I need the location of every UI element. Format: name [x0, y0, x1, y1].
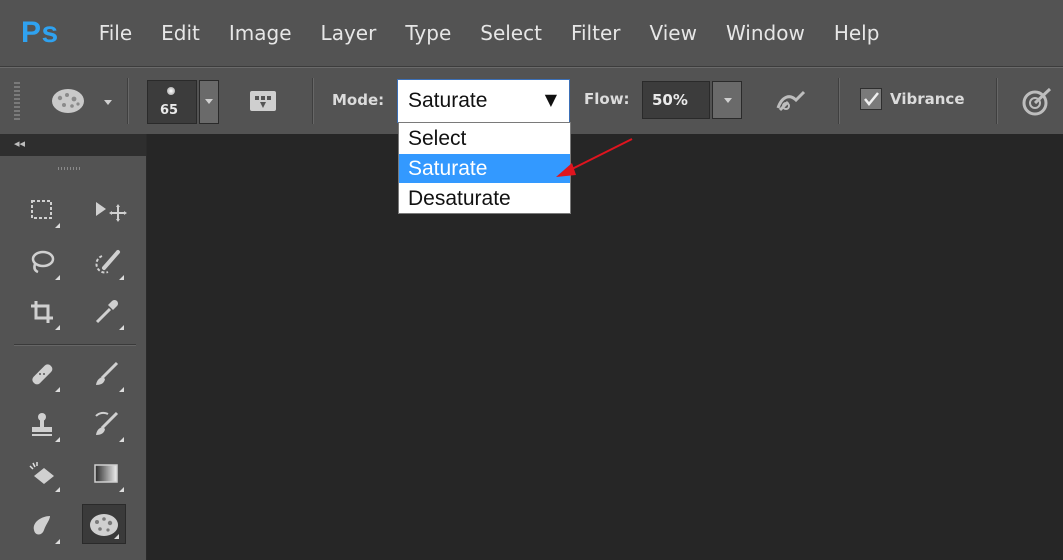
submenu-indicator-icon: [55, 325, 60, 330]
blur-drop-icon: [33, 516, 50, 535]
lasso-tool[interactable]: [22, 244, 66, 284]
submenu-indicator-icon: [119, 275, 124, 280]
mode-option-select[interactable]: Select: [399, 124, 570, 153]
brush-size-value: 65: [160, 103, 179, 118]
chevron-down-icon: ▼: [544, 90, 557, 109]
tools-panel: ◂◂: [0, 134, 147, 560]
brush-icon: [96, 361, 119, 385]
annotation-arrow-icon: [556, 138, 633, 177]
crop-tool[interactable]: [22, 294, 66, 334]
submenu-indicator-icon: [55, 387, 60, 392]
mode-option-saturate[interactable]: Saturate: [399, 154, 570, 183]
quick-selection-icon: [95, 250, 120, 274]
options-bar-grip[interactable]: [14, 82, 20, 120]
gradient-tool[interactable]: [86, 456, 130, 496]
move-icon: [96, 202, 127, 222]
gradient-icon: [94, 464, 118, 483]
submenu-indicator-icon: [55, 275, 60, 280]
vibrance-checkbox[interactable]: [860, 88, 882, 110]
tools-panel-header: ◂◂: [0, 134, 146, 156]
history-brush-icon: [95, 411, 119, 435]
sponge-icon: [52, 89, 84, 113]
brush-preset-picker[interactable]: 65: [147, 80, 197, 124]
quick-selection-tool[interactable]: [86, 244, 130, 284]
brush-tool[interactable]: [86, 356, 130, 396]
divider: [996, 78, 997, 124]
eraser-tool[interactable]: [22, 456, 66, 496]
vibrance-label: Vibrance: [890, 90, 965, 108]
mode-select[interactable]: Saturate ▼: [397, 79, 570, 123]
divider: [838, 78, 839, 124]
chevron-down-icon: [205, 99, 213, 104]
submenu-indicator-icon: [119, 437, 124, 442]
collapse-icon[interactable]: ◂◂: [14, 137, 25, 150]
chevron-down-icon: [724, 98, 732, 103]
airbrush-toggle[interactable]: [774, 86, 808, 120]
mode-label: Mode:: [332, 91, 385, 109]
bandage-icon: [32, 364, 53, 385]
mode-option-desaturate[interactable]: Desaturate: [399, 184, 570, 213]
sponge-tool[interactable]: [82, 504, 126, 544]
menu-filter[interactable]: Filter: [571, 21, 621, 45]
menu-type[interactable]: Type: [405, 21, 451, 45]
brush-tip-icon: [167, 87, 175, 95]
brush-panel-toggle-button[interactable]: [246, 85, 280, 117]
menu-image[interactable]: Image: [229, 21, 292, 45]
menu-file[interactable]: File: [99, 21, 132, 45]
divider: [127, 78, 128, 124]
blur-tool[interactable]: [22, 508, 66, 548]
flow-input[interactable]: 50%: [642, 81, 710, 119]
menu-view[interactable]: View: [649, 21, 696, 45]
tools-panel-grip[interactable]: [58, 167, 80, 170]
brush-preset-dropdown[interactable]: [199, 80, 219, 124]
submenu-indicator-icon: [119, 325, 124, 330]
mode-select-value: Saturate: [408, 89, 488, 112]
flow-value: 50%: [652, 91, 688, 109]
submenu-indicator-icon: [114, 534, 119, 539]
mode-dropdown-list: Select Saturate Desaturate: [398, 122, 571, 214]
checkmark-icon: [864, 92, 879, 106]
submenu-indicator-icon: [55, 487, 60, 492]
history-brush-tool[interactable]: [86, 406, 130, 446]
document-canvas-area[interactable]: [147, 134, 1063, 560]
airbrush-icon: [776, 90, 806, 112]
pressure-size-toggle[interactable]: [1020, 86, 1054, 122]
rectangular-marquee-tool[interactable]: [22, 192, 66, 232]
menu-layer[interactable]: Layer: [321, 21, 377, 45]
menu-select[interactable]: Select: [480, 21, 542, 45]
marquee-icon: [31, 200, 52, 219]
eraser-icon: [29, 462, 54, 484]
menu-bar: Ps File Edit Image Layer Type Select Fil…: [0, 0, 1063, 67]
move-tool[interactable]: [86, 192, 130, 232]
menu-window[interactable]: Window: [726, 21, 805, 45]
submenu-indicator-icon: [55, 539, 60, 544]
submenu-indicator-icon: [119, 387, 124, 392]
eyedropper-tool[interactable]: [86, 294, 130, 334]
brush-panel-icon: [250, 91, 276, 111]
lasso-icon: [31, 250, 55, 274]
tool-preset-caret[interactable]: [104, 100, 112, 105]
clone-stamp-tool[interactable]: [22, 406, 66, 446]
submenu-indicator-icon: [55, 437, 60, 442]
divider: [312, 78, 313, 124]
flow-slider-button[interactable]: [712, 81, 742, 119]
menu-edit[interactable]: Edit: [161, 21, 200, 45]
submenu-indicator-icon: [55, 223, 60, 228]
photoshop-logo: Ps: [21, 16, 59, 49]
stamp-icon: [32, 413, 52, 436]
tools-divider: [14, 344, 136, 345]
menu-help[interactable]: Help: [834, 21, 880, 45]
spot-healing-brush-tool[interactable]: [22, 356, 66, 396]
crop-icon: [31, 301, 53, 323]
submenu-indicator-icon: [119, 487, 124, 492]
eyedropper-icon: [95, 299, 119, 324]
tablet-pressure-icon: [1022, 87, 1052, 116]
flow-label: Flow:: [584, 90, 630, 108]
tool-preset-picker[interactable]: [50, 86, 90, 120]
